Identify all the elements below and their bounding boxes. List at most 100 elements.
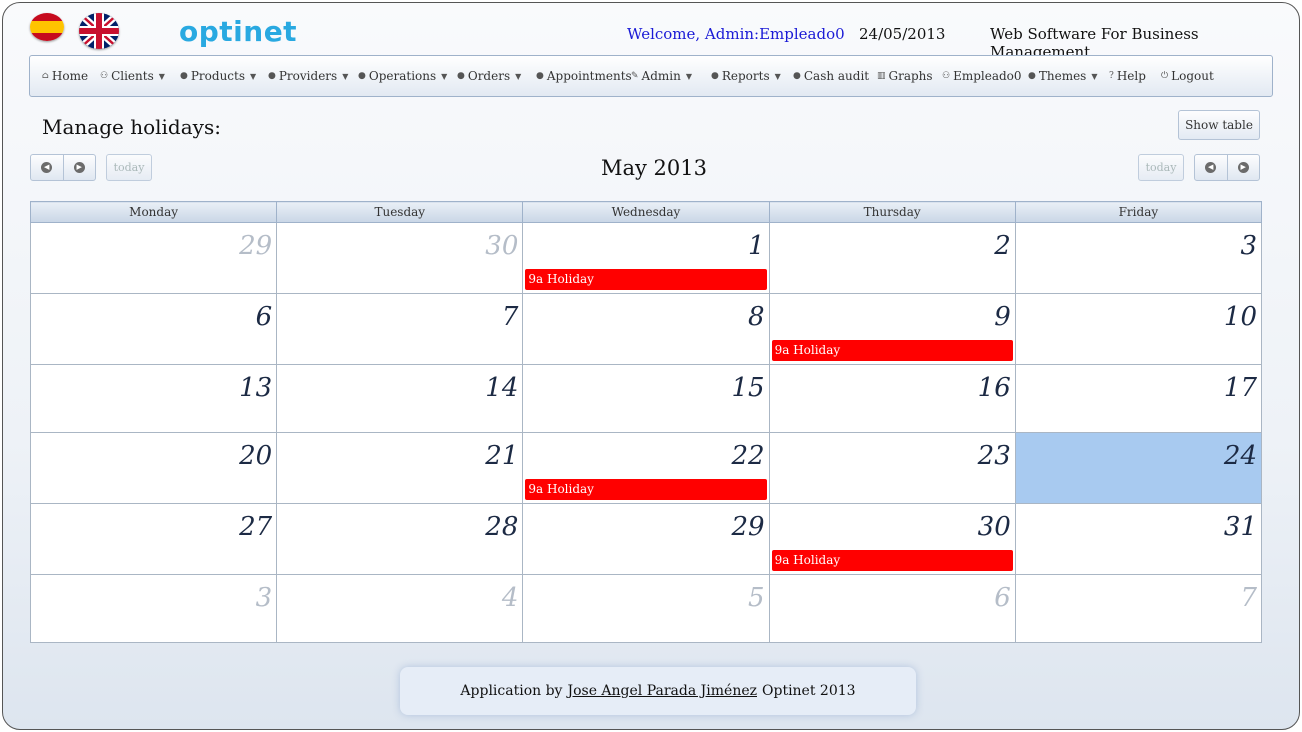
weekday-header: Wednesday	[522, 201, 770, 223]
menu-item-operations[interactable]: ● Operations ▼	[358, 69, 447, 83]
menu-item-clients[interactable]: ⚇ Clients ▼	[100, 69, 165, 83]
menu-item-graphs[interactable]: ▥ Graphs	[877, 69, 933, 83]
day-number: 30	[485, 231, 519, 261]
holiday-event[interactable]: 9a Holiday	[771, 550, 1013, 571]
menu-item-home[interactable]: ⌂ Home	[42, 69, 88, 83]
day-cell-content: 1 9a Holiday	[523, 223, 768, 293]
menu-item-label: Reports	[721, 69, 770, 83]
menu-item-label: Appointments	[546, 69, 632, 83]
holiday-event[interactable]: 9a Holiday	[771, 340, 1013, 361]
menu-item-label: Orders	[467, 69, 511, 83]
calendar-day-cell[interactable]: 7	[1014, 574, 1263, 643]
menu-appointments-icon: ●	[536, 71, 544, 81]
chevron-down-icon: ▼	[774, 71, 781, 81]
calendar-day-cell[interactable]: 30 9a Holiday	[768, 503, 1016, 575]
day-number: 2	[994, 231, 1011, 261]
menu-item-label: Providers	[278, 69, 338, 83]
menu-item-label: Empleado0	[953, 69, 1022, 83]
today-button-right[interactable]: today	[1138, 154, 1184, 181]
menu-item-label: Logout	[1171, 69, 1214, 83]
menu-item-label: Themes	[1038, 69, 1087, 83]
calendar-day-cell[interactable]: 7	[276, 293, 524, 365]
menu-reports-icon: ●	[711, 71, 719, 81]
menu-clients-icon: ⚇	[100, 71, 109, 81]
calendar-day-cell[interactable]: 28	[276, 503, 524, 575]
spain-flag-icon[interactable]	[30, 13, 64, 41]
menu-item-providers[interactable]: ● Providers ▼	[268, 69, 348, 83]
day-number: 24	[1223, 441, 1257, 471]
calendar-day-cell[interactable]: 27	[29, 503, 278, 575]
app-logo[interactable]: optinet	[179, 15, 297, 48]
calendar-day-cell[interactable]: 17	[1014, 364, 1263, 433]
day-number: 4	[501, 583, 519, 613]
calendar-day-cell[interactable]: 29	[522, 503, 770, 575]
calendar-day-cell[interactable]: 22 9a Holiday	[522, 432, 770, 504]
calendar-day-cell[interactable]: 3	[1014, 222, 1263, 294]
day-cell-content: 9 9a Holiday	[770, 294, 1015, 364]
calendar-day-cell[interactable]: 14	[276, 364, 524, 433]
calendar-day-cell[interactable]: 21	[276, 432, 524, 504]
menu-item-themes[interactable]: ● Themes ▼	[1028, 69, 1098, 83]
next-month-button-right[interactable]: ▶	[1226, 155, 1260, 180]
calendar-day-cell[interactable]: 20	[29, 432, 278, 504]
uk-flag-icon[interactable]	[79, 13, 119, 49]
chevron-down-icon: ▼	[515, 71, 522, 81]
menu-item-label: Graphs	[888, 69, 933, 83]
calendar-day-cell[interactable]: 8	[522, 293, 770, 365]
holiday-event[interactable]: 9a Holiday	[525, 479, 767, 500]
menu-item-reports[interactable]: ● Reports ▼	[711, 69, 781, 83]
calendar-day-cell[interactable]: 4	[276, 574, 524, 643]
menu-item-help[interactable]: ? Help	[1109, 69, 1146, 83]
menu-providers-icon: ●	[268, 71, 276, 81]
menu-item-orders[interactable]: ● Orders ▼	[457, 69, 521, 83]
day-number: 15	[731, 373, 765, 403]
footer-suffix: Optinet 2013	[762, 683, 856, 699]
day-number: 10	[1223, 302, 1257, 332]
menu-cash-audit-icon: ●	[793, 71, 801, 81]
menu-products-icon: ●	[180, 71, 188, 81]
calendar-day-cell[interactable]: 16	[768, 364, 1016, 433]
calendar-day-cell[interactable]: 15	[522, 364, 770, 433]
calendar-day-cell[interactable]: 3	[29, 574, 278, 643]
menu-item-appointments[interactable]: ● Appointments	[536, 69, 632, 83]
calendar-day-cell[interactable]: 31	[1014, 503, 1263, 575]
show-table-button[interactable]: Show table	[1178, 110, 1260, 140]
day-number: 29	[731, 512, 765, 542]
day-cell-content: 30 9a Holiday	[770, 504, 1015, 574]
day-number: 30	[977, 512, 1011, 542]
calendar-day-cell[interactable]: 13	[29, 364, 278, 433]
calendar-day-cell[interactable]: 9 9a Holiday	[768, 293, 1016, 365]
calendar-day-cell[interactable]: 6	[29, 293, 278, 365]
menu-item-cash-audit[interactable]: ● Cash audit	[793, 69, 869, 83]
menu-item-empleado0[interactable]: ⚇ Empleado0	[942, 69, 1022, 83]
calendar-day-cell[interactable]: 24	[1014, 432, 1263, 504]
welcome-text: Welcome, Admin:Empleado0	[627, 25, 845, 43]
calendar-day-cell[interactable]: 1 9a Holiday	[522, 222, 770, 294]
menu-item-label: Operations	[368, 69, 437, 83]
author-link[interactable]: Jose Angel Parada Jiménez	[567, 683, 757, 699]
menu-item-label: Products	[190, 69, 246, 83]
calendar-day-cell[interactable]: 6	[768, 574, 1016, 643]
holiday-event[interactable]: 9a Holiday	[525, 269, 767, 290]
menu-item-products[interactable]: ● Products ▼	[180, 69, 256, 83]
menu-item-admin[interactable]: ✎ Admin ▼	[631, 69, 692, 83]
chevron-down-icon: ▼	[441, 71, 448, 81]
calendar-day-cell[interactable]: 29	[29, 222, 278, 294]
day-number: 31	[1223, 512, 1257, 542]
menu-admin-icon: ✎	[631, 71, 639, 81]
calendar-week-row: 13 14 15 16 17	[29, 364, 1263, 433]
day-cell-content: 21	[277, 433, 522, 503]
prev-month-button-right[interactable]: ◀	[1195, 155, 1227, 180]
page-title: Manage holidays:	[42, 115, 221, 139]
day-number: 6	[994, 583, 1011, 613]
main-menu: ⌂ Home ⚇ Clients ▼ ● Products ▼ ● Providers ▼ ● Oper…	[29, 55, 1273, 97]
calendar-day-cell[interactable]: 30	[276, 222, 524, 294]
chevron-down-icon: ▼	[342, 71, 349, 81]
calendar-day-cell[interactable]: 23	[768, 432, 1016, 504]
weekday-header: Tuesday	[276, 201, 524, 223]
menu-item-label: Help	[1116, 69, 1146, 83]
calendar-day-cell[interactable]: 2	[768, 222, 1016, 294]
menu-item-logout[interactable]: ⏻ Logout	[1161, 69, 1214, 83]
calendar-day-cell[interactable]: 5	[522, 574, 770, 643]
calendar-day-cell[interactable]: 10	[1014, 293, 1263, 365]
